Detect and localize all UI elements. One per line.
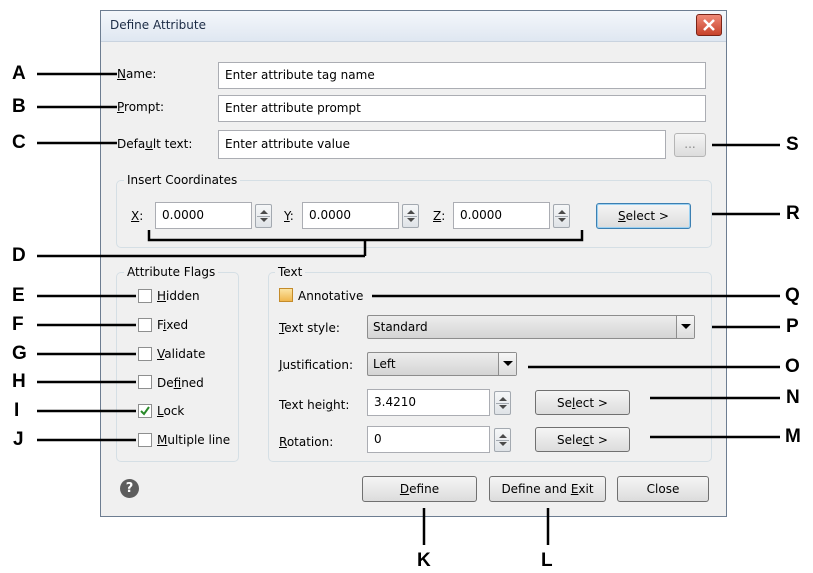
callout-o: O [785,356,800,377]
callout-a: A [12,63,26,84]
callout-lines [37,72,780,545]
callout-c: C [12,132,26,153]
callout-d: D [12,245,26,266]
callout-n: N [786,387,800,408]
callout-j: J [13,429,24,450]
callout-l: L [541,550,553,571]
callout-i: I [14,400,20,421]
callout-m: M [785,426,801,447]
callout-b: B [12,96,26,117]
callout-s: S [786,134,799,155]
callout-r: R [786,203,800,224]
callout-f: F [12,314,24,335]
callout-k: K [417,550,431,571]
callout-h: H [12,371,26,392]
callout-p: P [786,316,799,337]
callout-g: G [12,343,27,364]
callout-q: Q [785,285,800,306]
callout-e: E [12,285,25,306]
